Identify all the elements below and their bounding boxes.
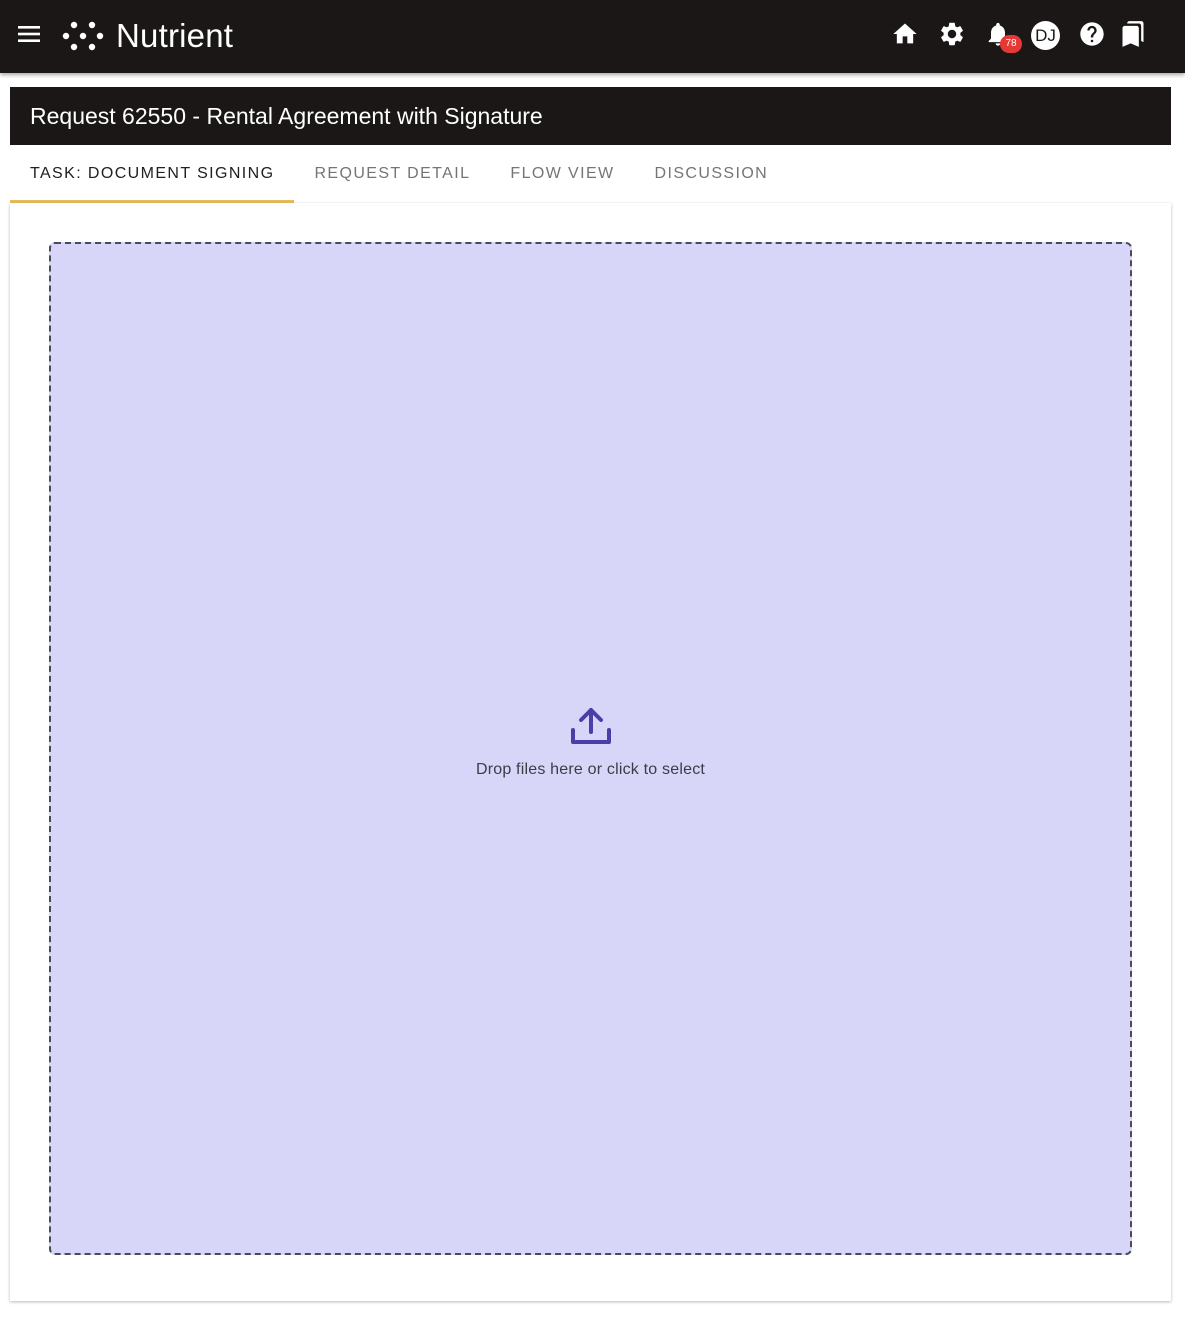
tab-label: DISCUSSION bbox=[654, 165, 769, 182]
menu-icon[interactable] bbox=[17, 23, 43, 45]
help-button[interactable] bbox=[1077, 19, 1107, 49]
home-button[interactable] bbox=[890, 19, 920, 49]
request-title-bar: Request 62550 - Rental Agreement with Si… bbox=[10, 87, 1171, 145]
bookmarks-button[interactable] bbox=[1118, 19, 1148, 49]
gear-icon bbox=[941, 22, 963, 46]
tab-task-document-signing[interactable]: TASK: DOCUMENT SIGNING bbox=[10, 145, 295, 203]
tab-discussion[interactable]: DISCUSSION bbox=[635, 145, 789, 203]
page-title: Request 62550 - Rental Agreement with Si… bbox=[30, 103, 543, 129]
notification-badge: 78 bbox=[1000, 35, 1022, 53]
settings-button[interactable] bbox=[937, 19, 967, 49]
dropzone-content: Drop files here or click to select bbox=[51, 706, 1130, 779]
brand-name: Nutrient bbox=[116, 17, 234, 54]
top-app-bar: Nutrient 78 DJ bbox=[0, 0, 1185, 73]
file-dropzone[interactable]: Drop files here or click to select bbox=[49, 242, 1132, 1255]
home-icon bbox=[893, 23, 917, 44]
help-icon bbox=[1080, 22, 1104, 46]
tab-bar: TASK: DOCUMENT SIGNING REQUEST DETAIL FL… bbox=[10, 145, 1171, 203]
tab-label: TASK: DOCUMENT SIGNING bbox=[30, 165, 275, 182]
tab-flow-view[interactable]: FLOW VIEW bbox=[490, 145, 634, 203]
tab-label: FLOW VIEW bbox=[510, 165, 615, 182]
nutrient-logo-icon bbox=[62, 21, 104, 51]
tab-label: REQUEST DETAIL bbox=[314, 165, 471, 182]
tab-request-detail[interactable]: REQUEST DETAIL bbox=[294, 145, 490, 203]
upload-icon bbox=[570, 708, 611, 744]
task-panel: Drop files here or click to select bbox=[10, 203, 1171, 1301]
dropzone-text: Drop files here or click to select bbox=[475, 761, 706, 778]
brand[interactable]: Nutrient bbox=[60, 14, 233, 58]
user-avatar[interactable]: DJ bbox=[1031, 21, 1060, 50]
bookmark-icon bbox=[1122, 21, 1144, 47]
